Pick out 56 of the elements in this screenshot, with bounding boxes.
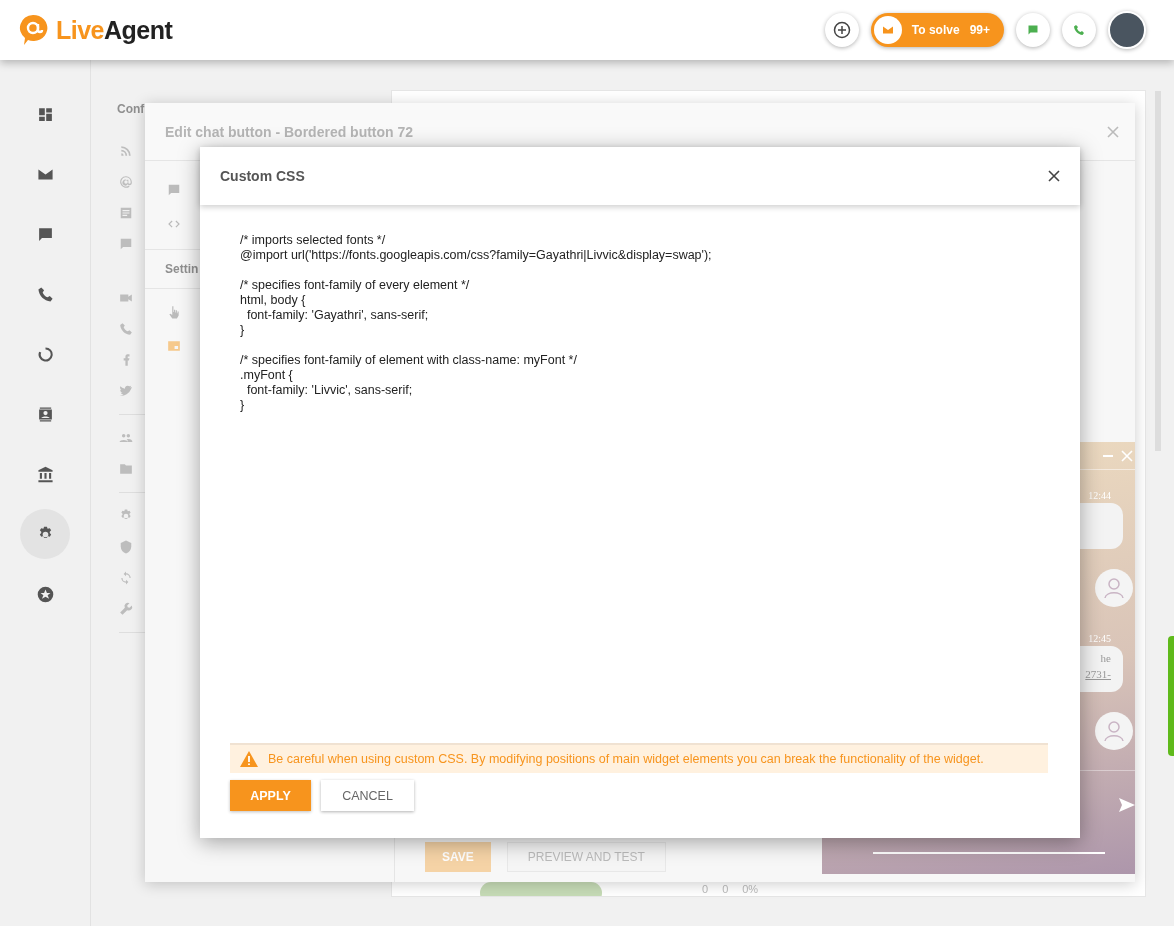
bird-icon bbox=[119, 384, 133, 398]
avatar[interactable] bbox=[1108, 11, 1146, 49]
envelope-icon bbox=[881, 24, 894, 36]
document-icon bbox=[119, 206, 133, 220]
phone-icon bbox=[119, 322, 133, 336]
people-icon bbox=[119, 431, 133, 445]
star-badge-icon bbox=[36, 585, 54, 603]
rss-icon bbox=[119, 144, 133, 158]
bank-icon bbox=[36, 465, 54, 483]
sidebar-title: Conf bbox=[117, 102, 145, 116]
shield-icon bbox=[119, 540, 133, 554]
plus-circle-icon bbox=[832, 21, 851, 39]
message-time: 12:45 bbox=[1088, 633, 1112, 645]
minimize-icon bbox=[1103, 454, 1113, 457]
chat-bubble-icon bbox=[119, 237, 133, 251]
stat-value: 0 bbox=[722, 883, 729, 895]
person-icon bbox=[1103, 720, 1125, 743]
stat-value: 0% bbox=[742, 883, 759, 895]
logo-wordmark: LiveAgent bbox=[56, 15, 173, 45]
cancel-button[interactable]: CANCEL bbox=[321, 780, 414, 811]
warning-icon bbox=[240, 751, 258, 767]
chat-bubble-icon bbox=[36, 225, 54, 243]
message-text: he bbox=[1100, 652, 1111, 665]
send-icon bbox=[1119, 797, 1135, 814]
at-sign-icon bbox=[119, 175, 133, 189]
preview-button[interactable]: PREVIEW AND TEST bbox=[506, 842, 666, 872]
person-icon bbox=[1103, 577, 1125, 600]
to-solve-button[interactable]: To solve 99+ bbox=[870, 13, 1004, 47]
contact-card-icon bbox=[36, 405, 54, 423]
stat-value: 0 bbox=[702, 883, 709, 895]
phone-icon bbox=[36, 285, 54, 303]
phone-icon bbox=[1073, 24, 1085, 36]
donut-chart-icon bbox=[36, 345, 54, 363]
dialog-title: Custom CSS bbox=[220, 168, 305, 184]
apply-button[interactable]: APPLY bbox=[230, 780, 311, 811]
dashboard-icon bbox=[36, 105, 54, 123]
save-button[interactable]: SAVE bbox=[425, 842, 491, 872]
chat-button[interactable] bbox=[1016, 13, 1050, 47]
close-button[interactable] bbox=[1048, 170, 1060, 182]
folder-icon bbox=[119, 462, 133, 476]
close-icon bbox=[1121, 449, 1133, 462]
message-text: 2731- bbox=[1085, 668, 1111, 681]
sync-icon bbox=[119, 571, 133, 585]
wrench-icon bbox=[119, 602, 133, 616]
add-button[interactable] bbox=[824, 13, 859, 47]
warning-text: Be careful when using custom CSS. By modifying positions of main widget elements you can break the functionality of the widget. bbox=[268, 752, 984, 766]
pointing-hand-icon bbox=[167, 305, 181, 319]
widget-icon bbox=[167, 339, 181, 353]
close-icon bbox=[1107, 125, 1119, 138]
speech-bubble-logo-icon bbox=[18, 14, 48, 46]
nav-item[interactable] bbox=[20, 509, 70, 559]
message-time: 12:44 bbox=[1088, 490, 1112, 502]
close-icon bbox=[1048, 170, 1060, 182]
chat-bubble-icon bbox=[1027, 24, 1039, 36]
chat-bubble-icon bbox=[167, 183, 181, 197]
dialog-title: Edit chat button - Bordered button 72 bbox=[165, 123, 414, 140]
